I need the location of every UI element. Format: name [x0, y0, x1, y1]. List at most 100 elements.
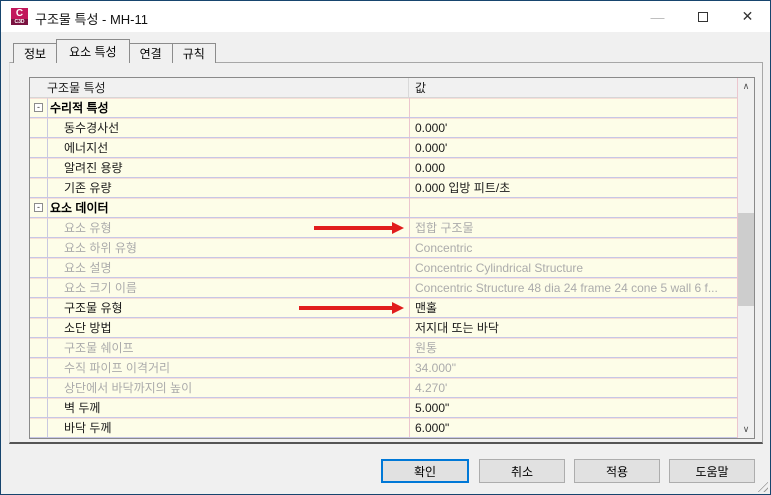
- property-row[interactable]: 수직 파이프 이격거리 34.000": [30, 358, 737, 378]
- civil3d-app-icon: C C3D: [11, 8, 28, 25]
- property-row[interactable]: 요소 하위 유형 Concentric: [30, 238, 737, 258]
- property-value[interactable]: 맨홀: [409, 298, 737, 317]
- help-button[interactable]: 도움말: [669, 459, 755, 483]
- property-label-text: 수직 파이프 이격거리: [64, 361, 171, 375]
- property-label: 구조물 유형: [30, 298, 409, 317]
- property-label-text: 벽 두께: [64, 401, 101, 415]
- property-row[interactable]: 소단 방법 저지대 또는 바닥: [30, 318, 737, 338]
- collapse-toggle-icon[interactable]: -: [34, 203, 43, 212]
- property-label-text: 요소 설명: [64, 261, 112, 275]
- property-value[interactable]: 0.000': [409, 138, 737, 157]
- property-label-text: 요소 유형: [64, 221, 112, 235]
- property-value[interactable]: 0.000: [409, 158, 737, 177]
- civil3d-icon-sub: C3D: [11, 19, 28, 25]
- cancel-button[interactable]: 취소: [479, 459, 565, 483]
- scroll-down-icon[interactable]: ∨: [738, 421, 754, 438]
- tab-0[interactable]: 정보: [13, 43, 58, 63]
- column-header-property: 구조물 특성: [30, 78, 409, 97]
- close-button[interactable]: ✕: [725, 1, 770, 32]
- property-label-text: 동수경사선: [64, 121, 120, 135]
- property-value[interactable]: 0.000 입방 피트/초: [409, 178, 737, 197]
- property-grid: 구조물 특성 값 - 수리적 특성 동수경사선 0.000' 에너지선 0.000' 알려진…: [29, 77, 755, 439]
- scroll-up-icon[interactable]: ∧: [738, 78, 754, 95]
- property-label: - 요소 데이터: [30, 198, 409, 217]
- property-label-text: 요소 크기 이름: [64, 281, 137, 295]
- property-label-text: 구조물 유형: [64, 301, 123, 315]
- property-label: 요소 하위 유형: [30, 238, 409, 257]
- property-value[interactable]: 0.000': [409, 118, 737, 137]
- property-row[interactable]: 구조물 쉐이프 원통: [30, 338, 737, 358]
- property-row[interactable]: 동수경사선 0.000': [30, 118, 737, 138]
- property-label-text: 구조물 쉐이프: [64, 341, 134, 355]
- property-value[interactable]: 4.270': [409, 378, 737, 397]
- dialog-title: 구조물 특성 - MH-11: [35, 12, 149, 27]
- grid-rows: - 수리적 특성 동수경사선 0.000' 에너지선 0.000' 알려진 용량 0.000 기…: [30, 98, 737, 438]
- property-row[interactable]: 상단에서 바닥까지의 높이 4.270': [30, 378, 737, 398]
- property-row[interactable]: 요소 설명 Concentric Cylindrical Structure: [30, 258, 737, 278]
- property-value[interactable]: 원통: [409, 338, 737, 357]
- property-row[interactable]: 요소 크기 이름 Concentric Structure 48 dia 24 f…: [30, 278, 737, 298]
- property-value[interactable]: 5.000": [409, 398, 737, 417]
- column-header-value: 값: [415, 81, 427, 95]
- scrollbar-thumb[interactable]: [738, 213, 754, 306]
- resize-grip-icon[interactable]: [755, 479, 768, 492]
- property-label: 바닥 두께: [30, 418, 409, 437]
- section-row[interactable]: - 요소 데이터: [30, 198, 737, 218]
- section-row[interactable]: - 수리적 특성: [30, 98, 737, 118]
- collapse-toggle-icon[interactable]: -: [34, 103, 43, 112]
- property-row[interactable]: 구조물 유형 맨홀: [30, 298, 737, 318]
- property-value[interactable]: 저지대 또는 바닥: [409, 318, 737, 337]
- vertical-scrollbar[interactable]: ∧ ∨: [737, 78, 754, 438]
- property-label-text: 바닥 두께: [64, 421, 112, 435]
- property-value[interactable]: Concentric Structure 48 dia 24 frame 24 …: [409, 278, 737, 297]
- tab-2[interactable]: 연결: [128, 43, 173, 63]
- property-label: 요소 크기 이름: [30, 278, 409, 297]
- property-label-text: 상단에서 바닥까지의 높이: [64, 381, 193, 395]
- civil3d-icon-letter: C: [15, 8, 24, 19]
- property-value[interactable]: Concentric: [409, 238, 737, 257]
- property-value[interactable]: 접합 구조물: [409, 218, 737, 237]
- property-row[interactable]: 바닥 두께 6.000": [30, 418, 737, 438]
- property-value[interactable]: 6.000": [409, 418, 737, 437]
- property-label: 요소 설명: [30, 258, 409, 277]
- tab-bar: 정보 요소 특성 연결 규칙: [13, 39, 216, 63]
- property-label-text: 알려진 용량: [64, 161, 123, 175]
- property-label: 소단 방법: [30, 318, 409, 337]
- property-row[interactable]: 기존 유량 0.000 입방 피트/초: [30, 178, 737, 198]
- tab-1[interactable]: 요소 특성: [56, 39, 130, 63]
- property-label: 기존 유량: [30, 178, 409, 197]
- property-row[interactable]: 벽 두께 5.000": [30, 398, 737, 418]
- annotation-arrow-icon: [314, 221, 404, 234]
- maximize-icon: [697, 11, 708, 22]
- property-label: 구조물 쉐이프: [30, 338, 409, 357]
- property-label-text: 요소 데이터: [50, 201, 109, 215]
- tab-3[interactable]: 규칙: [171, 43, 216, 63]
- ok-button[interactable]: 확인: [381, 459, 469, 483]
- property-label: 요소 유형: [30, 218, 409, 237]
- property-label: 벽 두께: [30, 398, 409, 417]
- property-label: - 수리적 특성: [30, 98, 409, 117]
- property-label: 동수경사선: [30, 118, 409, 137]
- property-value[interactable]: [409, 198, 737, 217]
- minimize-button[interactable]: —: [635, 1, 680, 32]
- property-value[interactable]: 34.000": [409, 358, 737, 377]
- property-value[interactable]: Concentric Cylindrical Structure: [409, 258, 737, 277]
- property-label: 수직 파이프 이격거리: [30, 358, 409, 377]
- annotation-arrow-icon: [299, 301, 404, 314]
- property-label: 알려진 용량: [30, 158, 409, 177]
- property-label-text: 에너지선: [64, 141, 109, 155]
- property-value[interactable]: [409, 98, 737, 117]
- property-row[interactable]: 알려진 용량 0.000: [30, 158, 737, 178]
- property-label-text: 기존 유량: [64, 181, 112, 195]
- property-row[interactable]: 에너지선 0.000': [30, 138, 737, 158]
- property-row[interactable]: 요소 유형 접합 구조물: [30, 218, 737, 238]
- property-label-text: 요소 하위 유형: [64, 241, 137, 255]
- property-label-text: 소단 방법: [64, 321, 112, 335]
- apply-button[interactable]: 적용: [574, 459, 660, 483]
- grid-header: 구조물 특성 값: [30, 78, 754, 98]
- structure-properties-dialog: C C3D 구조물 특성 - MH-11 — ✕ 정보 요소 특성 연결 규칙 구조물…: [0, 0, 771, 495]
- title-bar: C C3D 구조물 특성 - MH-11 — ✕: [1, 1, 770, 32]
- property-label-text: 수리적 특성: [50, 101, 109, 115]
- window-controls: — ✕: [635, 1, 770, 32]
- maximize-button[interactable]: [680, 1, 725, 32]
